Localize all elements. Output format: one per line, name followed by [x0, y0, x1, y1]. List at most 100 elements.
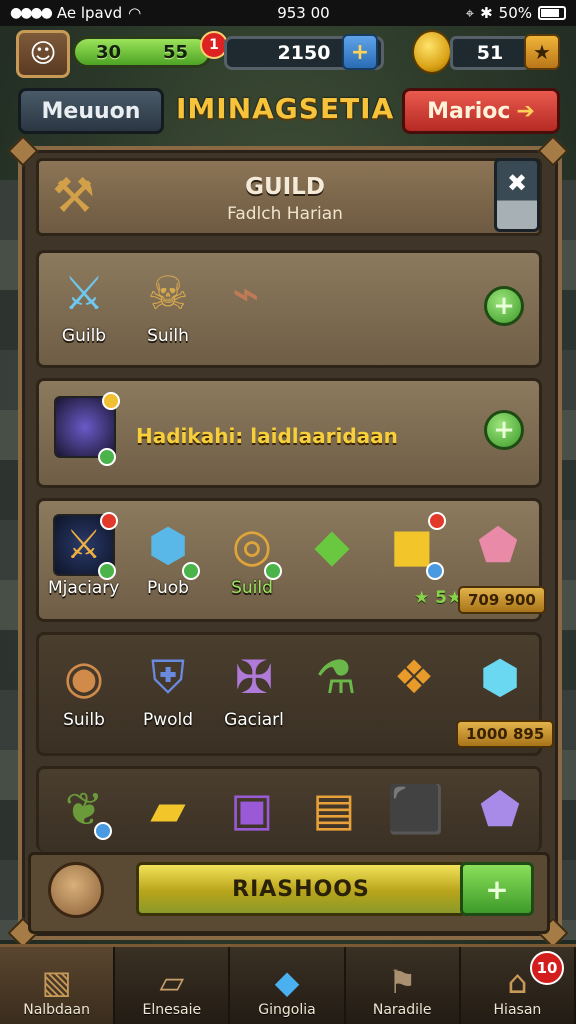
- crystal-sword-icon: ⚔: [63, 266, 105, 320]
- list-item[interactable]: ✠ Gaciarl: [222, 646, 286, 730]
- nav-label: Naradile: [372, 1002, 432, 1018]
- right-header-button[interactable]: Marioc ➔: [402, 88, 560, 134]
- upgrade-badge-icon: [102, 392, 120, 410]
- guild-subtitle: Fadlch Harian: [227, 204, 343, 224]
- list-item[interactable]: ⛨ Pwold: [136, 646, 200, 730]
- blue-cube-icon: ⬛: [387, 782, 445, 836]
- close-button[interactable]: ✖: [494, 158, 540, 232]
- price-tag: 709 900: [458, 586, 546, 614]
- violet-gem-icon: ⬟: [480, 782, 520, 836]
- nav-label: Nalbdaan: [23, 1002, 90, 1018]
- check-badge-icon: [182, 562, 200, 580]
- crossed-swords-icon: ☠: [147, 266, 189, 320]
- bottom-nav: ▧ Nalbdaan ▱ Elnesaie ◆ Gingolia ⚑ Narad…: [0, 944, 576, 1024]
- item-label: Mjaciary: [48, 578, 120, 598]
- list-item[interactable]: ◎ Suild: [220, 514, 284, 598]
- blue-shield-icon: ⛨: [150, 650, 186, 704]
- nav-label: Hiasan: [493, 1002, 542, 1018]
- list-item[interactable]: ▣: [220, 778, 284, 840]
- battery-percent: 50%: [498, 4, 532, 22]
- nav-item-hiasan[interactable]: ⌂ Hiasan 10: [461, 947, 576, 1024]
- item-label: Guilb: [61, 326, 107, 346]
- compass-icon[interactable]: [48, 862, 104, 918]
- list-item[interactable]: ▰: [136, 778, 200, 840]
- clock: 953 00: [277, 4, 330, 22]
- avatar-icon: ☺: [29, 39, 57, 69]
- gem-counter: 51: [450, 36, 530, 70]
- list-item[interactable]: ⬢ Puob: [136, 514, 200, 598]
- xp-right-value: 55: [162, 41, 189, 63]
- list-item[interactable]: ⬟: [468, 778, 532, 840]
- item-label: Puob: [147, 578, 189, 598]
- battery-icon: [538, 6, 566, 20]
- coin-icon: [412, 30, 452, 74]
- list-item[interactable]: ⚔ Guilb: [52, 262, 116, 346]
- purple-crossbones-icon: ✠: [234, 650, 274, 704]
- location-icon: ⌖: [465, 4, 475, 22]
- banner-icon: ⚑: [387, 963, 417, 1001]
- bluetooth-icon: ✱: [480, 4, 493, 22]
- purple-chest-icon: ▣: [230, 782, 274, 836]
- crate-icon: ▧: [41, 963, 72, 1001]
- wifi-icon: ◠: [128, 4, 142, 22]
- alert-badge-icon: [100, 512, 118, 530]
- info-badge-icon: [94, 822, 112, 840]
- list-item[interactable]: ▤: [302, 778, 366, 840]
- bronze-blade-icon: ⌁: [232, 266, 260, 320]
- list-item[interactable]: ⌁: [214, 262, 278, 324]
- list-item[interactable]: ◆: [300, 514, 364, 576]
- check-badge-icon: [98, 448, 116, 466]
- price-tag: 1000 895: [456, 720, 555, 748]
- xp-bar: 30 55: [72, 36, 212, 68]
- item-label: Suilb: [63, 710, 105, 730]
- add-item-button[interactable]: +: [484, 410, 524, 450]
- guild-title: GUILD: [245, 174, 325, 200]
- bronze-eye-icon: ◉: [63, 650, 105, 704]
- notification-badge: 10: [530, 951, 565, 985]
- gold-bar-icon: ▰: [150, 782, 186, 836]
- left-header-button[interactable]: Meuuon: [18, 88, 164, 134]
- nav-label: Elnesaie: [142, 1002, 202, 1018]
- list-item[interactable]: ❖: [382, 646, 446, 708]
- list-item[interactable]: ⬟: [466, 514, 530, 576]
- item-label: Pwold: [142, 710, 194, 730]
- main-action-button[interactable]: RIASHOOS: [136, 862, 466, 916]
- right-header-label: Marioc: [427, 98, 511, 124]
- check-badge-icon: [98, 562, 116, 580]
- resource-bar: ☺ 30 55 1 2150 + 51 ★: [12, 28, 564, 78]
- orange-relic-icon: ❖: [393, 650, 435, 704]
- list-item[interactable]: ⬛: [384, 778, 448, 840]
- list-item[interactable]: ⚗: [304, 646, 368, 708]
- player-avatar[interactable]: ☺: [16, 30, 70, 78]
- nav-item-elnesaie[interactable]: ▱ Elnesaie: [115, 947, 231, 1024]
- gold-scroll-icon: ▤: [312, 782, 356, 836]
- nav-label: Gingolia: [258, 1002, 316, 1018]
- xp-left-value: 30: [95, 41, 122, 63]
- nav-item-nalbdaan[interactable]: ▧ Nalbdaan: [0, 947, 116, 1024]
- green-crystal-icon: ◆: [314, 518, 350, 572]
- item-label: Gaciarl: [224, 710, 284, 730]
- info-badge-icon: [426, 562, 444, 580]
- list-item[interactable]: ◉ Suilb: [52, 646, 116, 730]
- screen-title: IMINAGSETIA: [176, 92, 395, 125]
- house-icon: ⌂: [507, 963, 528, 1001]
- add-item-button[interactable]: +: [484, 286, 524, 326]
- item-label: Suild: [231, 578, 273, 598]
- signal-dots-icon: ●●●●: [10, 5, 53, 21]
- list-item[interactable]: ☠ Suilh: [136, 262, 200, 346]
- gold-value: 2150: [277, 42, 331, 64]
- row2-description: Hadikahi: laidlaaridaan: [136, 424, 398, 448]
- add-gems-button[interactable]: ★: [524, 34, 560, 70]
- arrow-right-icon: ➔: [516, 98, 535, 124]
- carrier-label: Ae lpavd: [56, 4, 123, 22]
- list-item[interactable]: ⬢: [468, 646, 532, 708]
- nav-item-gingolia[interactable]: ◆ Gingolia: [230, 947, 346, 1024]
- green-potion-icon: ⚗: [315, 650, 357, 704]
- rating-stars: ★ 5★: [414, 588, 463, 608]
- blue-crystal-icon: ◆: [274, 963, 300, 1001]
- nav-item-naradile[interactable]: ⚑ Naradile: [346, 947, 461, 1024]
- add-button[interactable]: +: [460, 862, 534, 916]
- pink-gem-icon: ⬟: [478, 518, 518, 572]
- add-gold-button[interactable]: +: [342, 34, 378, 70]
- item-label: Suilh: [147, 326, 189, 346]
